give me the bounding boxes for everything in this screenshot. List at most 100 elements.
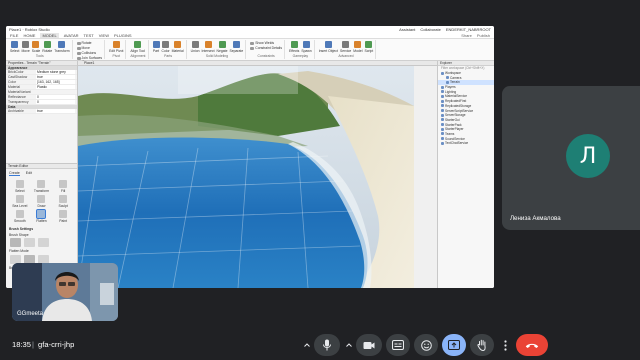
transform-icon: [58, 41, 66, 48]
share-link[interactable]: Share: [461, 33, 472, 38]
collaborate-button[interactable]: Collaborate: [420, 27, 440, 32]
explorer-item-label: Lighting: [445, 89, 457, 94]
option-label: Constraint Details: [255, 46, 283, 50]
hand-icon: [477, 339, 486, 351]
property-value[interactable]: true: [36, 75, 75, 79]
captions-button[interactable]: [386, 334, 410, 356]
present-button[interactable]: [442, 334, 466, 356]
ribbon-group-label: Pivot: [112, 54, 121, 58]
teams-icon: [441, 132, 444, 136]
ribbon-group-label: Gameplay: [292, 54, 309, 58]
terrain-tool-sea-level[interactable]: Sea Level: [10, 195, 30, 208]
ribbon-group-pivot: Edit Pivot Pivot: [107, 40, 127, 59]
tool-label: Service: [339, 49, 352, 53]
effects-tool-button[interactable]: Effects: [289, 41, 299, 53]
leave-call-button[interactable]: [516, 334, 548, 356]
mic-options-button[interactable]: [300, 334, 314, 356]
studio-user[interactable]: ENDERKIT_NABRROOT: [446, 27, 491, 32]
emoji-button[interactable]: [414, 334, 438, 356]
spawn-tool-button[interactable]: Spawn: [301, 41, 312, 53]
property-key: BrickColor: [8, 70, 24, 74]
starterplayer-icon: [441, 127, 444, 131]
publish-link[interactable]: Publish: [477, 33, 490, 38]
collisions-option[interactable]: Collisions: [76, 51, 103, 55]
move-tool-button[interactable]: Move: [21, 41, 30, 53]
property-value[interactable]: Plastic: [36, 85, 75, 89]
property-key: Reflectance: [8, 95, 26, 99]
intersect-tool-button[interactable]: Intersect: [202, 41, 215, 53]
menu-home[interactable]: HOME: [23, 33, 35, 38]
brush-sphere[interactable]: [10, 238, 21, 247]
self-view[interactable]: GGmeeta: [12, 263, 118, 321]
brush-cube[interactable]: [24, 238, 35, 247]
menu-test[interactable]: TEST: [84, 33, 94, 38]
terrain-tool-draw[interactable]: Draw: [32, 195, 52, 208]
participant-tile[interactable]: Л Лениза Акмалова: [502, 86, 640, 230]
studio-title: Place1 · Roblox Studio: [9, 27, 50, 32]
separate-tool-button[interactable]: Separate: [229, 41, 243, 53]
tool-label: Separate: [229, 49, 244, 53]
mic-button[interactable]: [314, 334, 340, 356]
negate-tool-button[interactable]: Negate: [217, 41, 227, 53]
property-row-archivable[interactable]: Archivable true: [6, 109, 77, 114]
more-options-button[interactable]: [498, 334, 512, 356]
terrain-tool-label: Draw: [37, 204, 46, 208]
more-vert-icon: [503, 339, 507, 351]
property-value[interactable]: 0: [36, 100, 75, 104]
textchatservice-icon: [441, 141, 444, 145]
select-tool-button[interactable]: Select: [10, 41, 19, 53]
3d-viewport[interactable]: [78, 66, 437, 288]
show-welds-option[interactable]: Show Welds: [250, 41, 282, 45]
align-tool-tool-button[interactable]: Align Tool: [130, 41, 145, 53]
rotate-option[interactable]: Rotate: [76, 41, 103, 45]
rotate-tool-button[interactable]: Rotate: [42, 41, 52, 53]
meeting-code[interactable]: gfa-crri-jhp: [38, 340, 74, 349]
property-value[interactable]: Medium stone grey: [36, 70, 75, 74]
starterpack-icon: [441, 123, 444, 127]
explorer-item-textchatservice[interactable]: TextChatService: [438, 141, 494, 146]
terrain-tool-smooth[interactable]: Smooth: [10, 210, 30, 223]
terrain-tool-transform[interactable]: Transform: [32, 180, 52, 193]
constraint-details-option[interactable]: Constraint Details: [250, 46, 282, 50]
script-tool-button[interactable]: Script: [365, 41, 373, 53]
menu-plugins[interactable]: PLUGINS: [114, 33, 132, 38]
material-tool-button[interactable]: Material: [172, 41, 184, 53]
mic-icon: [323, 339, 331, 351]
model-tool-button[interactable]: Model: [353, 41, 363, 53]
transform-tool-button[interactable]: Transform: [54, 41, 70, 53]
terrain-tool-select[interactable]: Select: [10, 180, 30, 193]
assistant-button[interactable]: Assistant: [399, 27, 415, 32]
terrain-tool-fill[interactable]: Fill: [53, 180, 73, 193]
terrain-tool-flatten[interactable]: Flatten: [32, 209, 52, 223]
terrain-tab-edit[interactable]: Edit: [26, 171, 32, 176]
terrain-tab-create[interactable]: Create: [9, 171, 20, 176]
camera-button[interactable]: [356, 334, 382, 356]
property-value[interactable]: true: [36, 109, 75, 113]
transform-icon: [37, 180, 46, 188]
property-value[interactable]: [163, 162, 165]: [36, 80, 75, 84]
property-value[interactable]: 0: [36, 95, 75, 99]
option-label: Show Welds: [255, 41, 275, 45]
menu-avatar[interactable]: AVATAR: [64, 33, 79, 38]
scale-tool-button[interactable]: Scale: [32, 41, 40, 53]
camera-options-button[interactable]: [342, 334, 356, 356]
insert-object-tool-button[interactable]: Insert Object: [319, 41, 338, 53]
terrain-tool-sculpt[interactable]: Sculpt: [53, 195, 73, 208]
part-tool-button[interactable]: Part: [152, 41, 160, 53]
chevron-up-icon: [304, 343, 310, 347]
workspace-icon: [441, 71, 444, 75]
color-tool-button[interactable]: Color: [162, 41, 170, 53]
menu-file[interactable]: FILE: [10, 33, 18, 38]
edit-pivot-tool-button[interactable]: Edit Pivot: [109, 41, 123, 53]
brush-cylinder[interactable]: [38, 238, 49, 247]
raise-hand-button[interactable]: [470, 334, 494, 356]
menu-view[interactable]: VIEW: [99, 33, 109, 38]
menu-model[interactable]: MODEL: [40, 33, 59, 38]
move-option[interactable]: Move: [76, 46, 103, 50]
union-tool-button[interactable]: Union: [191, 41, 200, 53]
terrain-tool-paint[interactable]: Paint: [53, 210, 73, 223]
explorer-item-label: StarterGui: [445, 117, 460, 122]
service-tool-button[interactable]: Service: [340, 41, 351, 53]
players-icon: [441, 85, 444, 89]
shared-screen[interactable]: Place1 · Roblox Studio Assistant Collabo…: [6, 26, 494, 288]
